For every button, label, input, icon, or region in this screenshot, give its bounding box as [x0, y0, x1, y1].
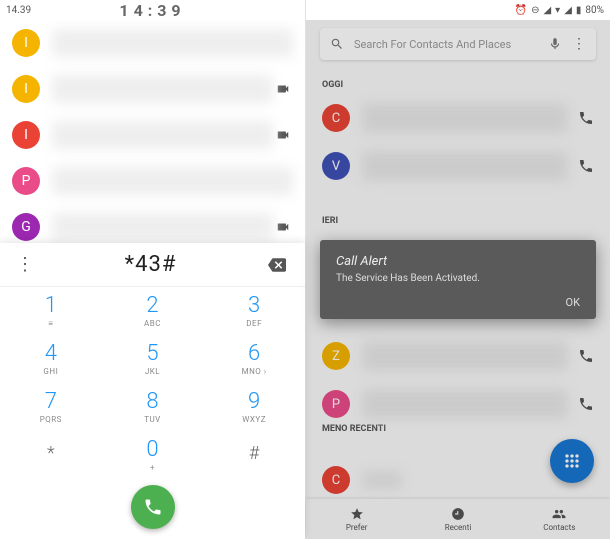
- clock-icon: [451, 507, 465, 521]
- dialer-menu-icon[interactable]: ⋮: [16, 254, 36, 275]
- recent-row[interactable]: V: [306, 142, 610, 190]
- contact-row[interactable]: I: [0, 20, 305, 66]
- bottom-nav: Prefer Recenti Contacts: [306, 499, 610, 539]
- key-9[interactable]: 9WXYZ: [203, 383, 305, 431]
- phone-icon[interactable]: [578, 348, 594, 364]
- contact-name-blur: [52, 167, 293, 195]
- video-call-icon[interactable]: [273, 82, 293, 96]
- status-icons: ⏰ ⊖ ◢ ▾ ◢ ▮ 80%: [515, 5, 604, 16]
- link-icon: ⊖: [531, 5, 539, 16]
- battery-icon: ▮: [576, 5, 582, 16]
- phone-icon[interactable]: [578, 110, 594, 126]
- statusbar-left: 14.39 14:39: [0, 0, 305, 20]
- signal2-icon: ◢: [564, 5, 572, 16]
- key-6[interactable]: 6MNO ›: [203, 335, 305, 383]
- phone-icon: [143, 497, 163, 517]
- nav-prefer[interactable]: Prefer: [306, 499, 407, 539]
- video-call-icon[interactable]: [273, 220, 293, 234]
- statusbar-right: ⏰ ⊖ ◢ ▾ ◢ ▮ 80%: [306, 0, 610, 20]
- phone-icon[interactable]: [578, 158, 594, 174]
- backspace-icon[interactable]: [265, 256, 289, 274]
- star-icon: [350, 507, 364, 521]
- phone-icon[interactable]: [578, 396, 594, 412]
- dialer-input-row: ⋮ *43#: [0, 243, 305, 287]
- avatar: G: [12, 213, 40, 241]
- contact-name-blur: [362, 341, 568, 371]
- avatar: Z: [322, 342, 350, 370]
- avatar: P: [12, 167, 40, 195]
- key-0[interactable]: 0+: [102, 431, 204, 479]
- recents-screen: ⏰ ⊖ ◢ ▾ ◢ ▮ 80% Search For Contacts And …: [306, 0, 610, 539]
- contact-name-blur: [362, 103, 568, 133]
- dialpad-icon: [562, 451, 582, 471]
- avatar: C: [322, 466, 350, 494]
- call-button[interactable]: [131, 485, 175, 529]
- avatar: I: [12, 75, 40, 103]
- popup-message: The Service Has Been Activated.: [336, 273, 580, 284]
- dialer-panel: ⋮ *43# 1≡ 2ABC 3DEF 4GHI 5JKL 6MNO › 7PQ…: [0, 243, 305, 539]
- contact-name-blur: [362, 471, 402, 489]
- key-3[interactable]: 3DEF: [203, 287, 305, 335]
- contact-row[interactable]: I: [0, 112, 305, 158]
- contact-name-blur: [362, 389, 568, 419]
- nav-recenti[interactable]: Recenti: [407, 499, 508, 539]
- popup-ok-button[interactable]: OK: [336, 296, 580, 309]
- search-bar[interactable]: Search For Contacts And Places ⋮: [320, 28, 596, 60]
- key-7[interactable]: 7PQRS: [0, 383, 102, 431]
- popup-title: Call Alert: [336, 254, 580, 269]
- contact-row[interactable]: I: [0, 66, 305, 112]
- contact-name-blur: [52, 75, 273, 103]
- dialpad-fab[interactable]: [550, 439, 594, 483]
- video-call-icon[interactable]: [273, 128, 293, 142]
- search-icon: [330, 37, 344, 51]
- contact-name-blur: [52, 213, 273, 241]
- people-icon: [552, 507, 566, 521]
- key-2[interactable]: 2ABC: [102, 287, 204, 335]
- contact-name-blur: [52, 29, 293, 57]
- wifi-icon: ▾: [555, 5, 560, 16]
- search-menu-icon[interactable]: ⋮: [572, 36, 586, 52]
- avatar: P: [322, 390, 350, 418]
- status-center-time: 14:39: [119, 1, 185, 20]
- recent-row[interactable]: Z: [306, 332, 610, 380]
- signal-icon: ◢: [543, 5, 551, 16]
- call-alert-popup: Call Alert The Service Has Been Activate…: [320, 240, 596, 319]
- avatar: I: [12, 29, 40, 57]
- key-5[interactable]: 5JKL: [102, 335, 204, 383]
- nav-contacts[interactable]: Contacts: [509, 499, 610, 539]
- battery-pct: 80%: [585, 5, 604, 16]
- key-8[interactable]: 8TUV: [102, 383, 204, 431]
- key-star[interactable]: *: [0, 431, 102, 479]
- contact-row[interactable]: P: [0, 158, 305, 204]
- recent-row[interactable]: P: [306, 380, 610, 428]
- avatar: C: [322, 104, 350, 132]
- mic-icon[interactable]: [548, 37, 562, 51]
- avatar: I: [12, 121, 40, 149]
- dialed-number[interactable]: *43#: [36, 252, 265, 277]
- key-4[interactable]: 4GHI: [0, 335, 102, 383]
- contact-name-blur: [52, 121, 273, 149]
- key-1[interactable]: 1≡: [0, 287, 102, 335]
- alarm-icon: ⏰: [515, 5, 527, 16]
- search-placeholder: Search For Contacts And Places: [354, 38, 538, 51]
- recent-row[interactable]: C: [306, 94, 610, 142]
- contact-name-blur: [362, 151, 568, 181]
- dialer-screen: 14.39 14:39 I I I P G: [0, 0, 306, 539]
- key-hash[interactable]: #: [203, 431, 305, 479]
- avatar: V: [322, 152, 350, 180]
- keypad: 1≡ 2ABC 3DEF 4GHI 5JKL 6MNO › 7PQRS 8TUV…: [0, 287, 305, 479]
- status-time: 14.39: [6, 5, 31, 16]
